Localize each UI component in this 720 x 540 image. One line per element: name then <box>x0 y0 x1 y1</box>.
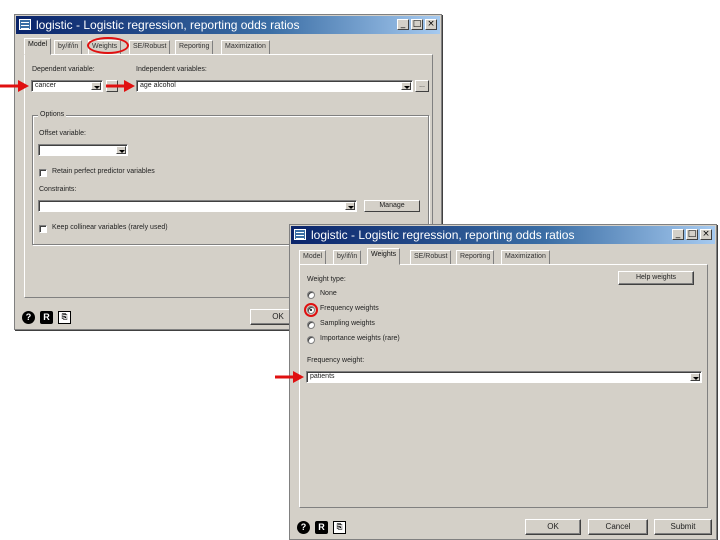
tab-se-robust[interactable]: SE/Robust <box>129 40 171 55</box>
dependent-variable-combo[interactable]: cancer <box>31 80 103 92</box>
weight-none-radio[interactable] <box>307 291 315 299</box>
front-weights-panel <box>299 264 708 508</box>
dependent-arrow-icon <box>0 80 29 92</box>
weight-none-label: None <box>320 290 337 297</box>
tab-reporting[interactable]: Reporting <box>456 250 495 265</box>
keep-collinear-checkbox[interactable] <box>39 225 47 233</box>
reset-icon[interactable]: R <box>40 311 53 324</box>
front-dialog-titlebar[interactable]: logistic - Logistic regression, reportin… <box>291 226 715 244</box>
frequency-weight-value: patients <box>310 373 335 380</box>
maximize-button[interactable]: □ <box>686 229 698 240</box>
chevron-down-icon[interactable] <box>345 202 355 210</box>
minimize-button[interactable]: _ <box>672 229 684 240</box>
cancel-button[interactable]: Cancel <box>588 519 648 535</box>
close-button[interactable]: × <box>700 229 712 240</box>
sampling-weights-radio[interactable] <box>307 321 315 329</box>
minimize-button[interactable]: _ <box>397 19 409 30</box>
retain-perfect-label: Retain perfect predictor variables <box>52 168 155 175</box>
keep-collinear-label: Keep collinear variables (rarely used) <box>52 224 168 231</box>
tab-maximization[interactable]: Maximization <box>501 250 550 265</box>
reset-icon[interactable]: R <box>315 521 328 534</box>
front-tabstrip: Model by/if/in Weights SE/Robust Reporti… <box>299 248 709 265</box>
stata-app-icon <box>294 229 306 240</box>
tab-weights[interactable]: Weights <box>367 248 401 265</box>
back-dialog-titlebar[interactable]: logistic - Logistic regression, reportin… <box>16 16 440 34</box>
ok-button[interactable]: OK <box>525 519 581 535</box>
importance-weights-radio[interactable] <box>307 336 315 344</box>
back-dialog-title: logistic - Logistic regression, reportin… <box>36 18 300 32</box>
tab-maximization[interactable]: Maximization <box>221 40 270 55</box>
tab-se-robust[interactable]: SE/Robust <box>410 250 452 265</box>
weight-type-label: Weight type: <box>307 276 346 283</box>
chevron-down-icon[interactable] <box>91 82 101 90</box>
constraints-label: Constraints: <box>39 186 77 193</box>
submit-button[interactable]: Submit <box>654 519 712 535</box>
copy-command-icon[interactable]: ⎘ <box>58 311 71 324</box>
independent-variables-label: Independent variables: <box>136 66 207 73</box>
offset-variable-combo[interactable] <box>38 144 128 156</box>
back-tabstrip: Model by/if/in Weights SE/Robust Reporti… <box>24 38 434 55</box>
copy-command-icon[interactable]: ⎘ <box>333 521 346 534</box>
independent-variables-value: age alcohol <box>140 82 176 89</box>
tab-by-if-in[interactable]: by/if/in <box>54 40 83 55</box>
chevron-down-icon[interactable] <box>116 146 126 154</box>
help-icon[interactable]: ? <box>297 521 310 534</box>
independent-arrow-icon <box>106 80 135 92</box>
retain-perfect-checkbox[interactable] <box>39 169 47 177</box>
offset-variable-label: Offset variable: <box>39 130 86 137</box>
close-button[interactable]: × <box>425 19 437 30</box>
front-dialog-window: logistic - Logistic regression, reportin… <box>289 224 717 540</box>
tab-model[interactable]: Model <box>24 38 52 55</box>
options-legend: Options <box>38 111 67 118</box>
constraints-combo[interactable] <box>38 200 357 212</box>
front-dialog-title: logistic - Logistic regression, reportin… <box>311 228 575 242</box>
tab-weights[interactable]: Weights <box>88 40 122 55</box>
sampling-weights-label: Sampling weights <box>320 320 375 327</box>
tab-reporting[interactable]: Reporting <box>175 40 214 55</box>
frequency-weight-label: Frequency weight: <box>307 357 365 364</box>
help-icon[interactable]: ? <box>22 311 35 324</box>
importance-weights-label: Importance weights (rare) <box>320 335 400 342</box>
manage-button[interactable]: Manage <box>364 200 420 212</box>
tab-model[interactable]: Model <box>299 250 327 265</box>
dependent-variable-value: cancer <box>35 82 57 89</box>
frequency-weight-arrow-icon <box>275 371 304 383</box>
chevron-down-icon[interactable] <box>690 373 700 381</box>
stata-app-icon <box>19 19 31 30</box>
independent-variables-combo[interactable]: age alcohol <box>136 80 413 92</box>
tab-by-if-in[interactable]: by/if/in <box>333 250 362 265</box>
dependent-variable-label: Dependent variable: <box>32 66 95 73</box>
independent-browse-button[interactable]: ... <box>415 80 429 92</box>
frequency-weight-combo[interactable]: patients <box>306 371 702 383</box>
frequency-weights-label: Frequency weights <box>320 305 379 312</box>
help-weights-button[interactable]: Help weights <box>618 271 694 285</box>
chevron-down-icon[interactable] <box>401 82 411 90</box>
maximize-button[interactable]: □ <box>411 19 423 30</box>
frequency-weights-radio[interactable] <box>307 306 315 314</box>
